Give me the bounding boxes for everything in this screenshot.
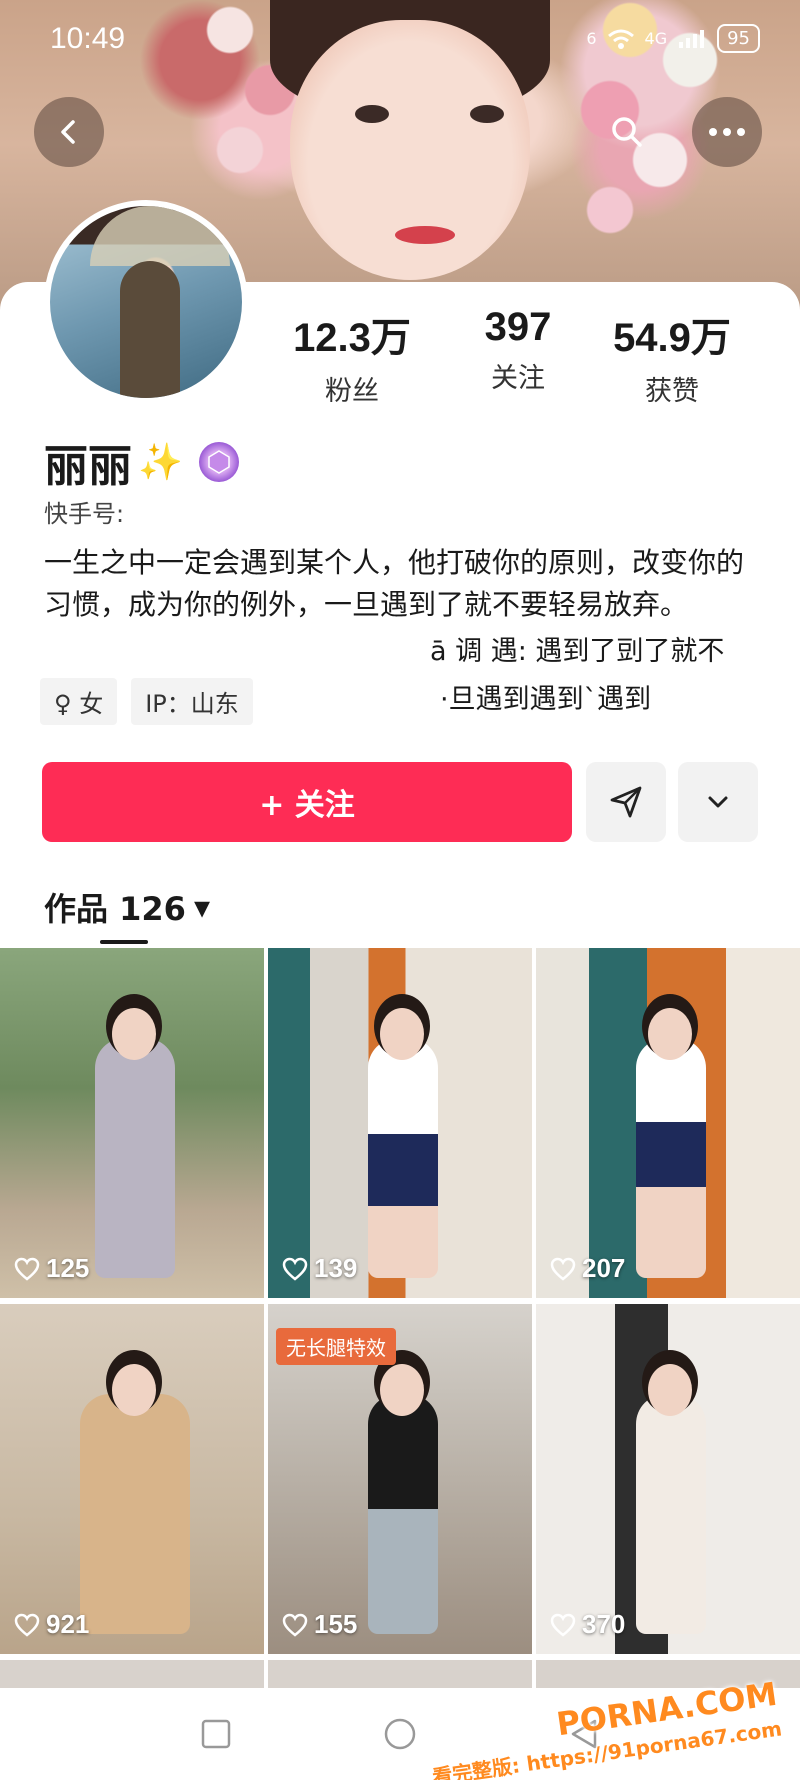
overlay-line: ·旦遇到遇到`遇到 <box>440 684 652 715</box>
like-count: 125 <box>14 1253 89 1284</box>
nickname: 丽丽 <box>44 441 132 492</box>
thumbnail-head <box>112 1008 156 1060</box>
thumbnail-head <box>648 1008 692 1060</box>
status-time: 10:49 <box>50 22 126 55</box>
back-button[interactable] <box>34 97 104 167</box>
heart-icon <box>14 1613 40 1637</box>
home-icon[interactable] <box>383 1717 417 1751</box>
video-thumbnail[interactable]: 125 <box>0 948 264 1298</box>
avatar[interactable] <box>44 200 248 404</box>
heart-icon <box>282 1257 308 1281</box>
thumbnail-person <box>636 1038 706 1278</box>
cover-eye-left <box>355 105 389 123</box>
gender-tag: ♀ 女 <box>40 678 118 725</box>
like-count: 139 <box>282 1253 357 1284</box>
thumbnail-head <box>380 1364 424 1416</box>
network-type: 4G <box>644 29 668 48</box>
stat-label: 获赞 <box>645 376 699 407</box>
video-thumbnail[interactable]: 207 <box>536 948 800 1298</box>
send-icon <box>610 786 642 818</box>
bio-text: 一生之中一定会遇到某个人，他打破你的原则，改变你的习惯，成为你的例外，一旦遇到了… <box>44 546 745 621</box>
stat-label: 关注 <box>491 363 545 394</box>
thumbnail-person <box>636 1394 706 1634</box>
more-dots-icon <box>709 128 745 136</box>
stat-fans[interactable]: 12.3万 粉丝 <box>282 305 422 408</box>
stat-likes[interactable]: 54.9万 获赞 <box>602 305 742 408</box>
video-thumbnail[interactable]: 139 <box>268 948 532 1298</box>
nickname-row: 丽丽 ✨ <box>44 430 239 494</box>
effect-label: 无长腿特效 <box>276 1328 396 1365</box>
like-count: 921 <box>14 1609 89 1640</box>
ip-location-tag: IP：山东 <box>131 678 253 725</box>
profile-tags: ♀ 女 IP：山东 <box>40 678 253 725</box>
thumbnail-person <box>95 1038 175 1278</box>
thumbnail-person <box>80 1394 190 1634</box>
cover-lips <box>395 226 455 244</box>
heart-icon <box>14 1257 40 1281</box>
share-button[interactable] <box>586 762 666 842</box>
wifi-icon <box>607 29 634 49</box>
signal-strength: 6 <box>586 29 597 48</box>
status-icons: 6 4G 95 <box>586 24 760 53</box>
recent-apps-icon[interactable] <box>199 1717 233 1751</box>
cover-eye-right <box>470 105 504 123</box>
overlay-line: ā 调 遇: 遇到了剅了就不 <box>430 636 725 667</box>
stat-label: 粉丝 <box>325 376 379 407</box>
like-count-value: 921 <box>46 1609 90 1639</box>
video-thumbnail[interactable]: 921 <box>0 1304 264 1654</box>
tab-works[interactable]: 作品 126 ▾ <box>44 884 210 930</box>
caret-down-icon: ▾ <box>193 888 211 926</box>
stat-value: 12.3万 <box>293 316 411 360</box>
sparkle-emoji: ✨ <box>138 442 183 483</box>
avatar-figure <box>120 261 180 398</box>
thumbnail-person <box>368 1038 438 1278</box>
like-count-value: 125 <box>46 1253 90 1283</box>
stat-value: 54.9万 <box>613 316 731 360</box>
video-thumbnail[interactable]: 无长腿特效 155 <box>268 1304 532 1654</box>
search-button[interactable] <box>592 97 662 167</box>
works-label: 作品 126 <box>44 890 186 928</box>
thumbnail-head <box>648 1364 692 1416</box>
chevron-left-icon <box>61 120 75 144</box>
level-badge-icon[interactable] <box>198 442 239 482</box>
overlay-text: ā 调 遇: 遇到了剅了就不 ·旦遇到遇到`遇到 <box>430 628 790 724</box>
stat-following[interactable]: 397 关注 <box>448 305 588 395</box>
heart-icon <box>282 1613 308 1637</box>
like-count-value: 155 <box>314 1609 358 1639</box>
like-count-value: 207 <box>582 1253 626 1283</box>
kuaishou-id: 快手号: <box>44 500 125 528</box>
like-count-value: 370 <box>582 1609 626 1639</box>
like-count: 370 <box>550 1609 625 1640</box>
follow-button[interactable]: + 关注 <box>42 762 572 842</box>
thumbnail-person <box>368 1394 438 1634</box>
more-options-button[interactable] <box>692 97 762 167</box>
battery-level: 95 <box>717 24 760 53</box>
like-count-value: 139 <box>314 1253 358 1283</box>
search-icon <box>612 117 642 147</box>
status-bar: 10:49 6 4G 95 <box>0 0 800 80</box>
thumbnail-head <box>112 1364 156 1416</box>
heart-icon <box>550 1613 576 1637</box>
recommend-dropdown-button[interactable] <box>678 762 758 842</box>
video-thumbnail[interactable]: 370 <box>536 1304 800 1654</box>
stat-value: 397 <box>484 305 552 349</box>
like-count: 155 <box>282 1609 357 1640</box>
like-count: 207 <box>550 1253 625 1284</box>
chevron-down-icon <box>708 796 728 808</box>
thumbnail-head <box>380 1008 424 1060</box>
cell-signal-icon <box>679 29 705 48</box>
heart-icon <box>550 1257 576 1281</box>
tab-underline <box>100 940 148 944</box>
